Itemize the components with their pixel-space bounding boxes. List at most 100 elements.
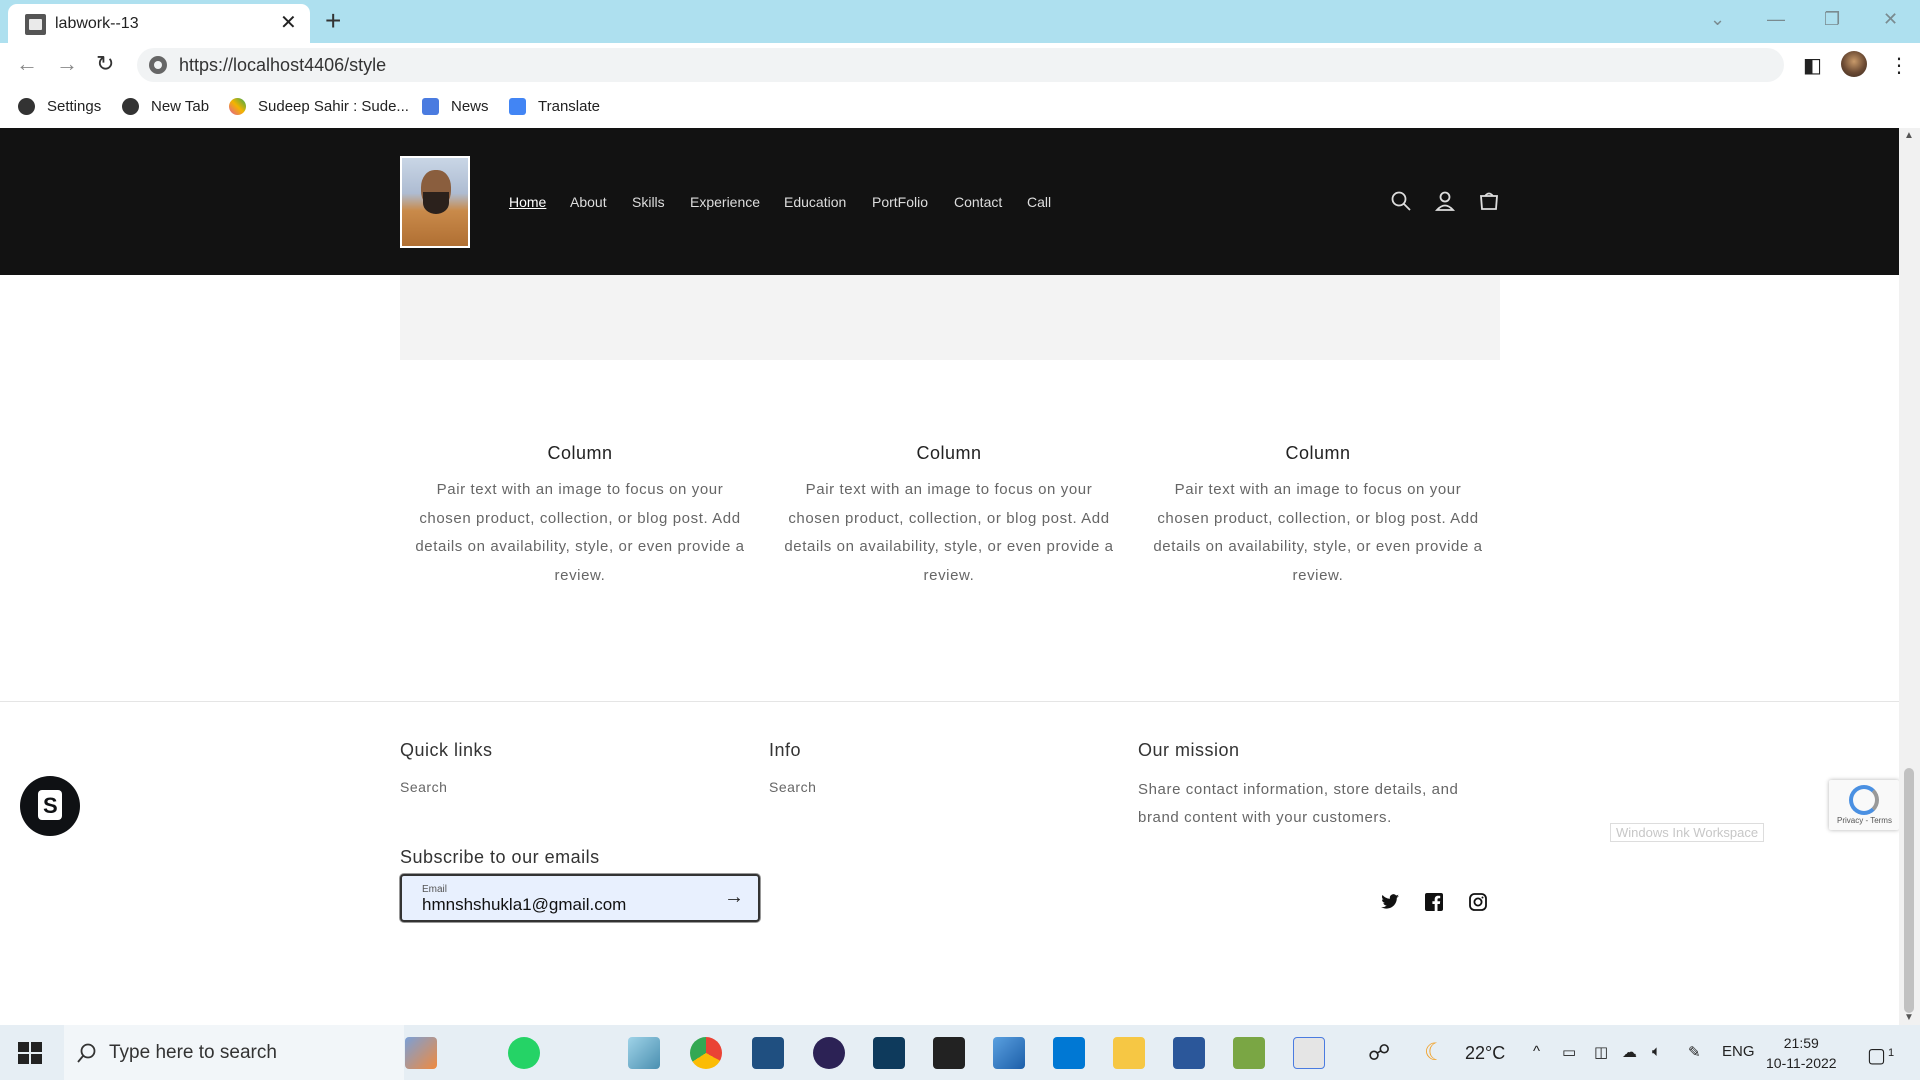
globe-icon bbox=[122, 98, 139, 115]
notifications-icon[interactable]: ▢ bbox=[1867, 1043, 1886, 1068]
volume-icon[interactable]: 🔈︎ bbox=[1652, 1043, 1661, 1060]
close-window-button[interactable]: ✕ bbox=[1883, 8, 1898, 30]
instagram-icon[interactable] bbox=[1468, 892, 1488, 912]
site-info-icon[interactable] bbox=[149, 56, 167, 74]
cricket-app-icon[interactable] bbox=[405, 1037, 437, 1069]
nav-call[interactable]: Call bbox=[1027, 194, 1051, 210]
taskbar-search[interactable]: Type here to search bbox=[64, 1025, 404, 1080]
search-icon[interactable] bbox=[1390, 190, 1412, 212]
url-text[interactable]: https://localhost4406/style bbox=[179, 55, 386, 76]
footer-divider bbox=[0, 701, 1899, 702]
column-2: Column Pair text with an image to focus … bbox=[779, 443, 1119, 590]
nav-experience[interactable]: Experience bbox=[690, 194, 760, 210]
site-logo[interactable] bbox=[400, 156, 470, 248]
facebook-icon[interactable] bbox=[1424, 892, 1444, 912]
app-icon-folder-blue[interactable] bbox=[993, 1037, 1025, 1069]
tab-close-icon[interactable]: ✕ bbox=[280, 12, 297, 34]
tab-search-chevron-icon[interactable]: ⌄ bbox=[1710, 8, 1725, 30]
language-indicator[interactable]: ENG bbox=[1722, 1043, 1755, 1060]
side-panel-icon[interactable]: ◧ bbox=[1803, 53, 1822, 78]
page-viewport: Home About Skills Experience Education P… bbox=[0, 128, 1899, 1025]
reload-button[interactable]: ↻ bbox=[96, 53, 114, 75]
column-text: Pair text with an image to focus on your… bbox=[784, 481, 1114, 584]
subscribe-arrow-button[interactable]: → bbox=[724, 886, 744, 909]
weather-moon-icon: ☾ bbox=[1424, 1039, 1446, 1066]
translate-icon bbox=[509, 98, 526, 115]
browser-tab-bar: labwork--13 ✕ + ⌄ — ❐ ✕ bbox=[0, 0, 1920, 43]
profile-avatar[interactable] bbox=[1841, 51, 1867, 77]
email-value[interactable]: hmnshshukla1@gmail.com bbox=[422, 895, 626, 915]
nav-portfolio[interactable]: PortFolio bbox=[872, 194, 928, 210]
app-icon-blue[interactable] bbox=[752, 1037, 784, 1069]
ink-workspace-tooltip: Windows Ink Workspace bbox=[1610, 823, 1765, 842]
windows-start-button[interactable] bbox=[18, 1042, 42, 1064]
people-icon[interactable]: ☍ bbox=[1368, 1040, 1390, 1066]
onedrive-cloud-icon[interactable]: ☁ bbox=[1622, 1043, 1637, 1061]
footer-mission-text: Share contact information, store details… bbox=[1138, 781, 1459, 826]
taskbar-search-placeholder: Type here to search bbox=[109, 1042, 277, 1063]
windows-taskbar: Type here to search ☍ ☾ 22°C ^ ▭ ◫ ☁ 🔈︎ … bbox=[0, 1025, 1920, 1080]
bookmark-sudeep[interactable]: Sudeep Sahir : Sude... bbox=[229, 98, 409, 115]
tray-chevron-icon[interactable]: ^ bbox=[1533, 1043, 1540, 1060]
bookmark-settings[interactable]: Settings bbox=[18, 98, 101, 115]
vscode-icon[interactable] bbox=[1053, 1037, 1085, 1069]
weather-temp[interactable]: 22°C bbox=[1465, 1043, 1505, 1064]
bookmark-new-tab[interactable]: New Tab bbox=[122, 98, 209, 115]
camera-icon[interactable]: ◫ bbox=[1594, 1043, 1608, 1061]
minimize-button[interactable]: — bbox=[1767, 8, 1785, 30]
nav-skills[interactable]: Skills bbox=[632, 194, 665, 210]
clock-time: 21:59 bbox=[1783, 1035, 1819, 1051]
battery-icon[interactable]: ▭ bbox=[1562, 1043, 1576, 1061]
footer-info-link-search[interactable]: Search bbox=[769, 779, 816, 795]
scroll-down-arrow-icon[interactable]: ▼ bbox=[1904, 1012, 1914, 1023]
email-field[interactable]: Email hmnshshukla1@gmail.com → bbox=[400, 874, 760, 922]
scroll-thumb[interactable] bbox=[1904, 768, 1914, 1013]
app-icon-green[interactable] bbox=[1233, 1037, 1265, 1069]
notes-app-icon[interactable] bbox=[628, 1037, 660, 1069]
forward-button[interactable]: → bbox=[56, 53, 78, 75]
tab-active[interactable]: labwork--13 ✕ bbox=[8, 4, 310, 43]
recaptcha-badge[interactable]: Privacy - Terms bbox=[1829, 780, 1899, 830]
bookmark-translate[interactable]: Translate bbox=[509, 98, 600, 115]
nav-education[interactable]: Education bbox=[784, 194, 846, 210]
column-title: Column bbox=[547, 443, 613, 463]
document-app-icon[interactable] bbox=[1293, 1037, 1325, 1069]
whatsapp-icon[interactable] bbox=[508, 1037, 540, 1069]
terminal-icon[interactable] bbox=[933, 1037, 965, 1069]
file-explorer-icon[interactable] bbox=[1113, 1037, 1145, 1069]
twitter-icon[interactable] bbox=[1380, 892, 1400, 912]
colorful-logo-icon bbox=[229, 98, 246, 115]
news-icon bbox=[422, 98, 439, 115]
footer-mission-title: Our mission bbox=[1138, 740, 1240, 760]
browser-toolbar: ← → ↻ https://localhost4406/style ◧ ⋮ bbox=[0, 43, 1920, 86]
clock[interactable]: 21:59 10-11-2022 bbox=[1766, 1033, 1837, 1073]
tab-favicon-icon bbox=[25, 14, 46, 35]
shopify-chat-button[interactable]: S bbox=[20, 776, 80, 836]
page-scrollbar[interactable]: ▲ ▼ bbox=[1899, 128, 1920, 1025]
account-icon[interactable] bbox=[1434, 190, 1456, 212]
cart-icon[interactable] bbox=[1478, 190, 1500, 212]
bookmark-news[interactable]: News bbox=[422, 98, 489, 115]
mysql-icon[interactable] bbox=[873, 1037, 905, 1069]
nav-about[interactable]: About bbox=[570, 194, 607, 210]
word-icon[interactable] bbox=[1173, 1037, 1205, 1069]
nav-home[interactable]: Home bbox=[509, 194, 546, 210]
column-text: Pair text with an image to focus on your… bbox=[1153, 481, 1483, 584]
notification-count: 1 bbox=[1888, 1047, 1895, 1059]
gear-icon bbox=[18, 98, 35, 115]
address-bar[interactable]: https://localhost4406/style bbox=[137, 48, 1784, 82]
nav-contact[interactable]: Contact bbox=[954, 194, 1002, 210]
recaptcha-text[interactable]: Privacy - Terms bbox=[1837, 816, 1892, 825]
back-button[interactable]: ← bbox=[16, 53, 38, 75]
restore-button[interactable]: ❐ bbox=[1824, 8, 1840, 30]
column-text: Pair text with an image to focus on your… bbox=[415, 481, 745, 584]
menu-kebab-icon[interactable]: ⋮ bbox=[1889, 53, 1909, 78]
eclipse-icon[interactable] bbox=[813, 1037, 845, 1069]
ink-pen-icon[interactable]: ✎ bbox=[1688, 1043, 1701, 1061]
new-tab-button[interactable]: + bbox=[325, 6, 341, 36]
scroll-up-arrow-icon[interactable]: ▲ bbox=[1904, 130, 1914, 141]
chrome-icon[interactable] bbox=[690, 1037, 722, 1069]
logo-beard bbox=[423, 192, 449, 214]
footer-quick-link-search[interactable]: Search bbox=[400, 779, 447, 795]
site-header: Home About Skills Experience Education P… bbox=[0, 128, 1899, 275]
